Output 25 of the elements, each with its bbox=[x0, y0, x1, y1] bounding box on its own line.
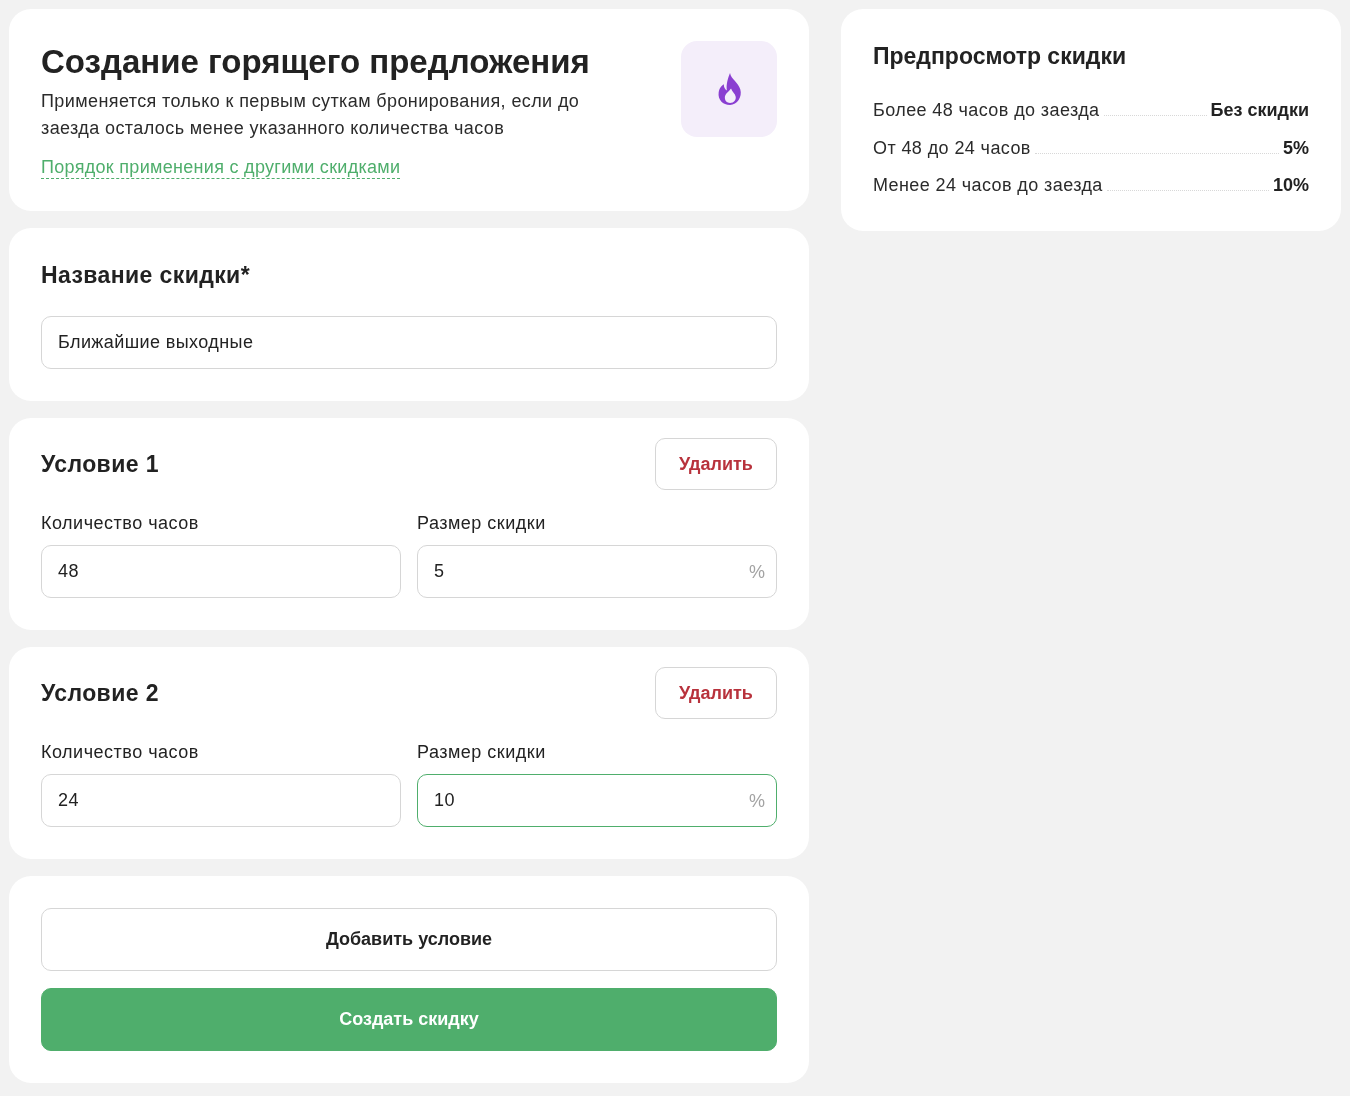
percent-suffix: % bbox=[749, 560, 765, 583]
hours-label: Количество часов bbox=[41, 512, 200, 534]
hours-label: Количество часов bbox=[41, 741, 200, 763]
discount-name-field[interactable]: Ближайшие выходные bbox=[41, 316, 777, 369]
discount-size-label: Размер скидки bbox=[417, 512, 547, 534]
delete-button[interactable]: Удалить bbox=[655, 667, 777, 719]
delete-button[interactable]: Удалить bbox=[655, 438, 777, 490]
discount-size-label: Размер скидки bbox=[417, 741, 547, 763]
preview-title: Предпросмотр скидки bbox=[873, 42, 1128, 71]
preview-row-label: От 48 до 24 часов bbox=[873, 137, 1031, 159]
flame-icon bbox=[681, 41, 777, 137]
hours-input-field[interactable]: 24 bbox=[41, 774, 401, 827]
add-condition-button[interactable]: Добавить условие bbox=[41, 908, 777, 971]
percent-suffix: % bbox=[749, 789, 765, 812]
discount-name-label: Название скидки* bbox=[41, 261, 251, 290]
preview-row-value: 10% bbox=[1272, 175, 1309, 196]
condition-title: Условие 2 bbox=[41, 679, 159, 708]
preview-row-value: Без скидки bbox=[1210, 100, 1309, 121]
preview-row-value: 5% bbox=[1283, 137, 1309, 159]
description-text: Применяется только к первым суткам бронирования, если до заезда осталось менее указанного количества часов bbox=[41, 90, 581, 140]
preview-row-label: Менее 24 часов до заезда bbox=[873, 175, 1103, 196]
page-title: Создание горящего предложения bbox=[41, 43, 591, 81]
hours-input-field[interactable]: 48 bbox=[41, 545, 401, 598]
preview-row-label: Более 48 часов до заезда bbox=[873, 100, 1100, 121]
condition-title: Условие 1 bbox=[41, 450, 159, 479]
